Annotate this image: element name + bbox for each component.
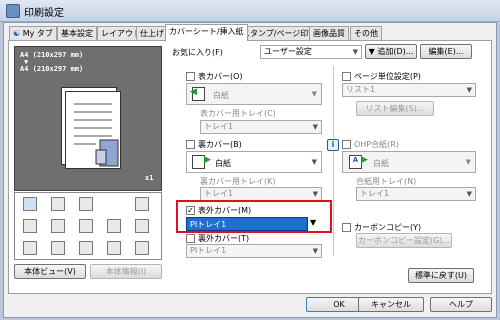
ohp-checkbox[interactable] xyxy=(342,140,351,149)
add-favorite-button[interactable]: ▼ 追加(D)... xyxy=(365,44,417,59)
print-preview: A4 (210x297 mm) ▼ A4 (210x297 mm) x1 xyxy=(14,46,162,191)
paper-size-original: A4 (210x297 mm) xyxy=(20,51,84,59)
finisher-icon xyxy=(23,219,37,233)
user-icon: ☯ xyxy=(13,29,21,38)
green-arrow-icon: ◀ xyxy=(190,87,197,97)
tab-finishing[interactable]: 仕上げ xyxy=(136,26,168,40)
chevron-down-icon: ▼ xyxy=(465,158,471,166)
green-arrow-icon: ▶ xyxy=(204,155,211,165)
insert-icon xyxy=(107,241,121,255)
carbon-copy-label: カーボンコピー(Y) xyxy=(354,223,422,232)
info-icon[interactable]: i xyxy=(327,139,339,151)
edit-list-button[interactable]: リスト編集(S)... xyxy=(356,101,434,116)
copy-count: x1 xyxy=(145,174,154,182)
carbon-copy-checkbox[interactable] xyxy=(342,223,351,232)
ohp-tray-select[interactable]: トレイ1 ▼ xyxy=(356,187,476,201)
back-outer-cover-label: 裏外カバー(T) xyxy=(198,234,250,243)
page-settings-list-select[interactable]: リスト1 ▼ xyxy=(342,83,476,97)
page-settings-checkbox[interactable] xyxy=(342,72,351,81)
body-info-button[interactable]: 本体情報(I) xyxy=(90,264,162,279)
front-outer-cover-checkbox[interactable]: ✓ xyxy=(186,206,195,215)
back-cover-checkbox[interactable] xyxy=(186,140,195,149)
window-title: 印刷設定 xyxy=(24,8,64,19)
front-cover-tray-label: 表カバー用トレイ(C) xyxy=(200,109,276,118)
offset-icon xyxy=(51,241,65,255)
ohp-tray-label: 合紙用トレイ(N) xyxy=(356,177,417,186)
front-cover-label: 表カバー(O) xyxy=(198,72,243,81)
chevron-down-icon: ▼ xyxy=(312,190,318,198)
chevron-down-icon: ▼ xyxy=(466,190,472,198)
back-cover-tray-label: 裏カバー用トレイ(K) xyxy=(200,177,276,186)
front-outer-cover-select[interactable]: PIトレイ1 xyxy=(186,217,308,231)
binding-icon xyxy=(107,219,121,233)
tab-other[interactable]: その他 xyxy=(350,26,382,40)
tab-mytab[interactable]: ☯ My タブ xyxy=(9,26,57,40)
title-bar: 印刷設定 xyxy=(0,0,500,22)
ohp-label: OHP合紙(R) xyxy=(354,140,399,149)
back-cover-paper-select[interactable]: ▶ 白紙 ▼ xyxy=(186,151,322,173)
favorites-label: お気に入り(F) xyxy=(172,48,223,57)
booklet-icon xyxy=(79,219,93,233)
front-cover-checkbox[interactable] xyxy=(186,72,195,81)
carbon-copy-settings-button[interactable]: カーボンコピー設定(G)... xyxy=(356,233,452,248)
tab-image-quality[interactable]: 画像品質 xyxy=(309,26,349,40)
duplex-icon xyxy=(51,219,65,233)
paper-size-output: A4 (210x297 mm) xyxy=(20,65,84,73)
chevron-down-icon: ▼ xyxy=(311,158,317,166)
green-arrow-icon: ▶ xyxy=(361,155,368,165)
cancel-button[interactable]: キャンセル xyxy=(358,297,424,312)
back-outer-cover-select[interactable]: PIトレイ1 ▼ xyxy=(186,244,322,258)
back-cover-label: 裏カバー(B) xyxy=(198,140,242,149)
restore-defaults-button[interactable]: 標準に戻す(U) xyxy=(408,268,474,283)
chevron-down-icon: ▼ xyxy=(311,90,317,98)
chevron-down-icon: ▼ xyxy=(312,123,318,131)
tab-cover-sheet[interactable]: カバーシート/挿入紙 xyxy=(165,24,248,41)
ohp-paper-select[interactable]: A ▶ 白紙 ▼ xyxy=(342,151,476,173)
tab-stamp[interactable]: スタンプ/ページ印字 xyxy=(238,26,321,40)
page-front xyxy=(65,91,121,169)
punch-icon xyxy=(79,197,93,211)
cover-icon xyxy=(79,241,93,255)
sort-icon xyxy=(135,219,149,233)
body-view-button[interactable]: 本体ビュー(V) xyxy=(14,264,86,279)
back-outer-cover-checkbox[interactable] xyxy=(186,234,195,243)
front-cover-tray-select[interactable]: トレイ1 ▼ xyxy=(200,120,322,134)
document-icon xyxy=(23,241,37,255)
chevron-down-icon: ▼ xyxy=(312,247,318,255)
edit-favorite-button[interactable]: 編集(E)... xyxy=(420,44,472,59)
back-cover-tray-select[interactable]: トレイ1 ▼ xyxy=(200,187,322,201)
favorites-select[interactable]: ユーザー設定 ▼ xyxy=(260,45,362,59)
chevron-down-icon: ▼ xyxy=(466,86,472,94)
column-divider xyxy=(333,66,334,256)
tray-icon xyxy=(23,197,37,211)
help-button[interactable]: ヘルプ xyxy=(430,297,492,312)
tab-basic[interactable]: 基本設定 xyxy=(57,26,97,40)
printer-icon xyxy=(6,4,20,18)
staple-icon xyxy=(51,197,65,211)
front-cover-paper-select[interactable]: ◀ 白紙 ▼ xyxy=(186,83,322,105)
output-tray-icon xyxy=(135,241,149,255)
front-outer-cover-label: 表外カバー(M) xyxy=(198,206,252,215)
page-settings-label: ページ単位設定(P) xyxy=(354,72,421,81)
fold-icon xyxy=(135,197,149,211)
chevron-down-icon[interactable]: ▼ xyxy=(310,218,316,227)
chevron-down-icon: ▼ xyxy=(352,48,358,56)
device-options-panel xyxy=(14,192,162,260)
